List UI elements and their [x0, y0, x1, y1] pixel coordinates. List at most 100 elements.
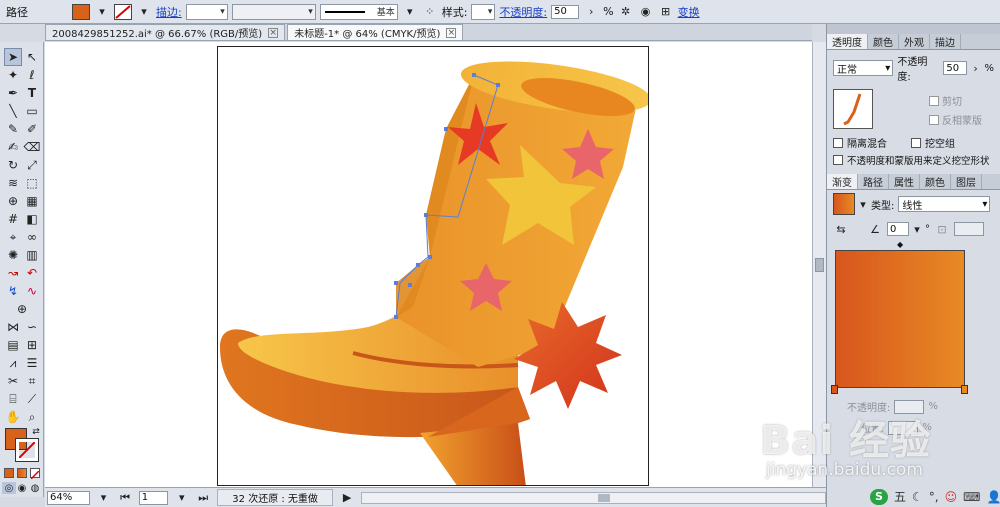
mesh-tool-icon[interactable]: # [4, 210, 22, 228]
selection-tool-icon[interactable]: ➤ [4, 48, 22, 66]
chevron-down-icon[interactable]: ▾ [859, 196, 867, 212]
tab-stroke[interactable]: 描边 [930, 34, 961, 49]
gradient-mode-icon[interactable] [17, 468, 27, 478]
gradient-preview[interactable] [835, 250, 965, 388]
panel-opacity-input[interactable]: 50 [943, 61, 967, 75]
stroke-weight-dropdown[interactable]: ▾ [185, 3, 228, 20]
knife-tool-icon[interactable]: ⟋ [23, 390, 41, 408]
gradient-stop-right[interactable] [961, 385, 968, 394]
list-tool-icon[interactable]: ☰ [23, 354, 41, 372]
eyedropper-tool-icon[interactable]: ⌖ [4, 228, 22, 246]
chevron-down-icon[interactable]: ▾ [96, 490, 112, 506]
rotate-tool-icon[interactable]: ↻ [4, 156, 22, 174]
tab-color[interactable]: 颜色 [868, 34, 899, 49]
boot-heel[interactable] [420, 423, 526, 486]
crosshair-tool-icon[interactable]: ⊕ [13, 300, 31, 318]
column-graph-tool-icon[interactable]: ▥ [23, 246, 41, 264]
object-thumbnail[interactable] [833, 89, 873, 129]
blob-brush-tool-icon[interactable]: ✍ [4, 138, 22, 156]
moon-icon[interactable]: ☾ [912, 490, 923, 504]
close-icon[interactable]: × [268, 27, 279, 38]
slice-tool-icon[interactable]: ✂ [4, 372, 22, 390]
lasso-tool-icon[interactable]: ℓ [23, 66, 41, 84]
tab-layers[interactable]: 图层 [951, 174, 982, 189]
panel-dock-header[interactable] [827, 24, 1000, 34]
zoom-input[interactable]: 64% [47, 490, 90, 505]
crop-tool-icon[interactable]: ⌸ [4, 390, 22, 408]
reverse-gradient-icon[interactable]: ⇆ [833, 221, 849, 237]
blend-tool-icon[interactable]: ∞ [23, 228, 41, 246]
stroke-swatch[interactable] [114, 3, 132, 20]
chevron-down-icon[interactable]: ▾ [136, 4, 152, 20]
cowboy-boot-artwork[interactable] [218, 47, 649, 486]
tab-transparency[interactable]: 透明度 [827, 34, 868, 49]
envelope-tool-icon[interactable]: ⋈ [4, 318, 22, 336]
draw-inside-icon[interactable]: ◍ [28, 482, 42, 494]
stroke-color-icon[interactable] [15, 438, 39, 462]
opacity-mask-checkbox[interactable] [833, 155, 843, 165]
align-icon[interactable]: ⊞ [658, 4, 674, 20]
perspective-grid-tool-icon[interactable]: ▦ [23, 192, 41, 210]
wave-tool-icon[interactable]: ∽ [23, 318, 41, 336]
tab-document-2[interactable]: 未标题-1* @ 64% (CMYK/预览) × [287, 24, 464, 40]
emoji-icon[interactable]: ☺ [945, 490, 958, 504]
shape-builder-tool-icon[interactable]: ⊕ [4, 192, 22, 210]
chart-tool-icon[interactable]: ⊞ [23, 336, 41, 354]
draw-behind-icon[interactable]: ◉ [15, 482, 29, 494]
table-tool-icon[interactable]: ▤ [4, 336, 22, 354]
type-tool-icon[interactable]: T [23, 84, 41, 102]
graphic-style-icon[interactable]: ◉ [638, 4, 654, 20]
swap-colors-icon[interactable]: ⇄ [30, 426, 42, 438]
path-tool-icon[interactable]: ↝ [4, 264, 22, 282]
punctuation-icon[interactable]: °, [929, 490, 939, 504]
first-artboard-icon[interactable]: ⏮ [117, 490, 133, 506]
pen-tool-icon[interactable]: ✒ [4, 84, 22, 102]
tab-attributes[interactable]: 属性 [889, 174, 920, 189]
rectangle-tool-icon[interactable]: ▭ [23, 102, 41, 120]
free-transform-tool-icon[interactable]: ⬚ [23, 174, 41, 192]
scale-tool-icon[interactable]: ⤢ [23, 156, 41, 174]
line-tool-icon[interactable]: ╲ [4, 102, 22, 120]
pencil-tool-icon[interactable]: ✐ [23, 120, 41, 138]
chevron-down-icon[interactable]: ▾ [913, 221, 921, 237]
brush-options-icon[interactable]: ⁘ [422, 4, 438, 20]
ime-logo-icon[interactable]: S [870, 488, 888, 505]
zoom-tool-icon[interactable]: ⌕ [23, 408, 41, 426]
chevron-down-icon[interactable]: ▾ [94, 4, 110, 20]
magic-wand-tool-icon[interactable]: ✦ [4, 66, 22, 84]
transform-link[interactable]: 变换 [678, 4, 700, 20]
hand-tool-icon[interactable]: ✋ [4, 408, 22, 426]
artboard-number-input[interactable]: 1 [138, 490, 168, 505]
tab-gradient[interactable]: 渐变 [827, 174, 858, 189]
curve-tool-icon[interactable]: ↶ [23, 264, 41, 282]
invert-mask-checkbox[interactable] [929, 114, 939, 125]
eraser-tool-icon[interactable]: ⌫ [23, 138, 41, 156]
split-path-tool-icon[interactable]: ↯ [4, 282, 22, 300]
chevron-right-icon[interactable]: › [971, 60, 981, 76]
recolor-artwork-icon[interactable]: ✲ [618, 4, 634, 20]
gradient-angle-input[interactable]: 0 [887, 222, 909, 236]
isolate-blend-checkbox[interactable] [833, 137, 843, 148]
artboard[interactable] [217, 46, 649, 486]
brush-profile-dropdown[interactable]: 基本 [319, 3, 398, 20]
chevron-right-icon[interactable]: › [583, 4, 599, 20]
gradient-swatch[interactable] [833, 193, 855, 215]
chevron-down-icon[interactable]: ▾ [402, 4, 418, 20]
tab-document-1[interactable]: 2008429851252.ai* @ 66.67% (RGB/预览) × [45, 24, 286, 40]
gradient-tool-icon[interactable]: ◧ [23, 210, 41, 228]
artboard-tool-icon[interactable]: ⌗ [23, 372, 41, 390]
zigzag-tool-icon[interactable]: ⩘ [4, 354, 22, 372]
keyboard-icon[interactable]: ⌨ [963, 490, 980, 504]
ime-mode-label[interactable]: 五 [894, 488, 906, 505]
canvas-area[interactable] [45, 42, 812, 487]
clip-checkbox[interactable] [929, 95, 939, 106]
draw-normal-icon[interactable]: ◎ [2, 482, 16, 494]
midpoint-diamond-icon[interactable]: ◆ [897, 240, 903, 249]
tab-appearance[interactable]: 外观 [899, 34, 930, 49]
user-icon[interactable]: 👤 [986, 490, 1000, 504]
blend-mode-dropdown[interactable]: 正常 ▾ [833, 60, 894, 76]
warp-tool-icon[interactable]: ≋ [4, 174, 22, 192]
symbol-sprayer-tool-icon[interactable]: ✺ [4, 246, 22, 264]
scrollbar-thumb[interactable] [597, 493, 610, 502]
paintbrush-tool-icon[interactable]: ✎ [4, 120, 22, 138]
